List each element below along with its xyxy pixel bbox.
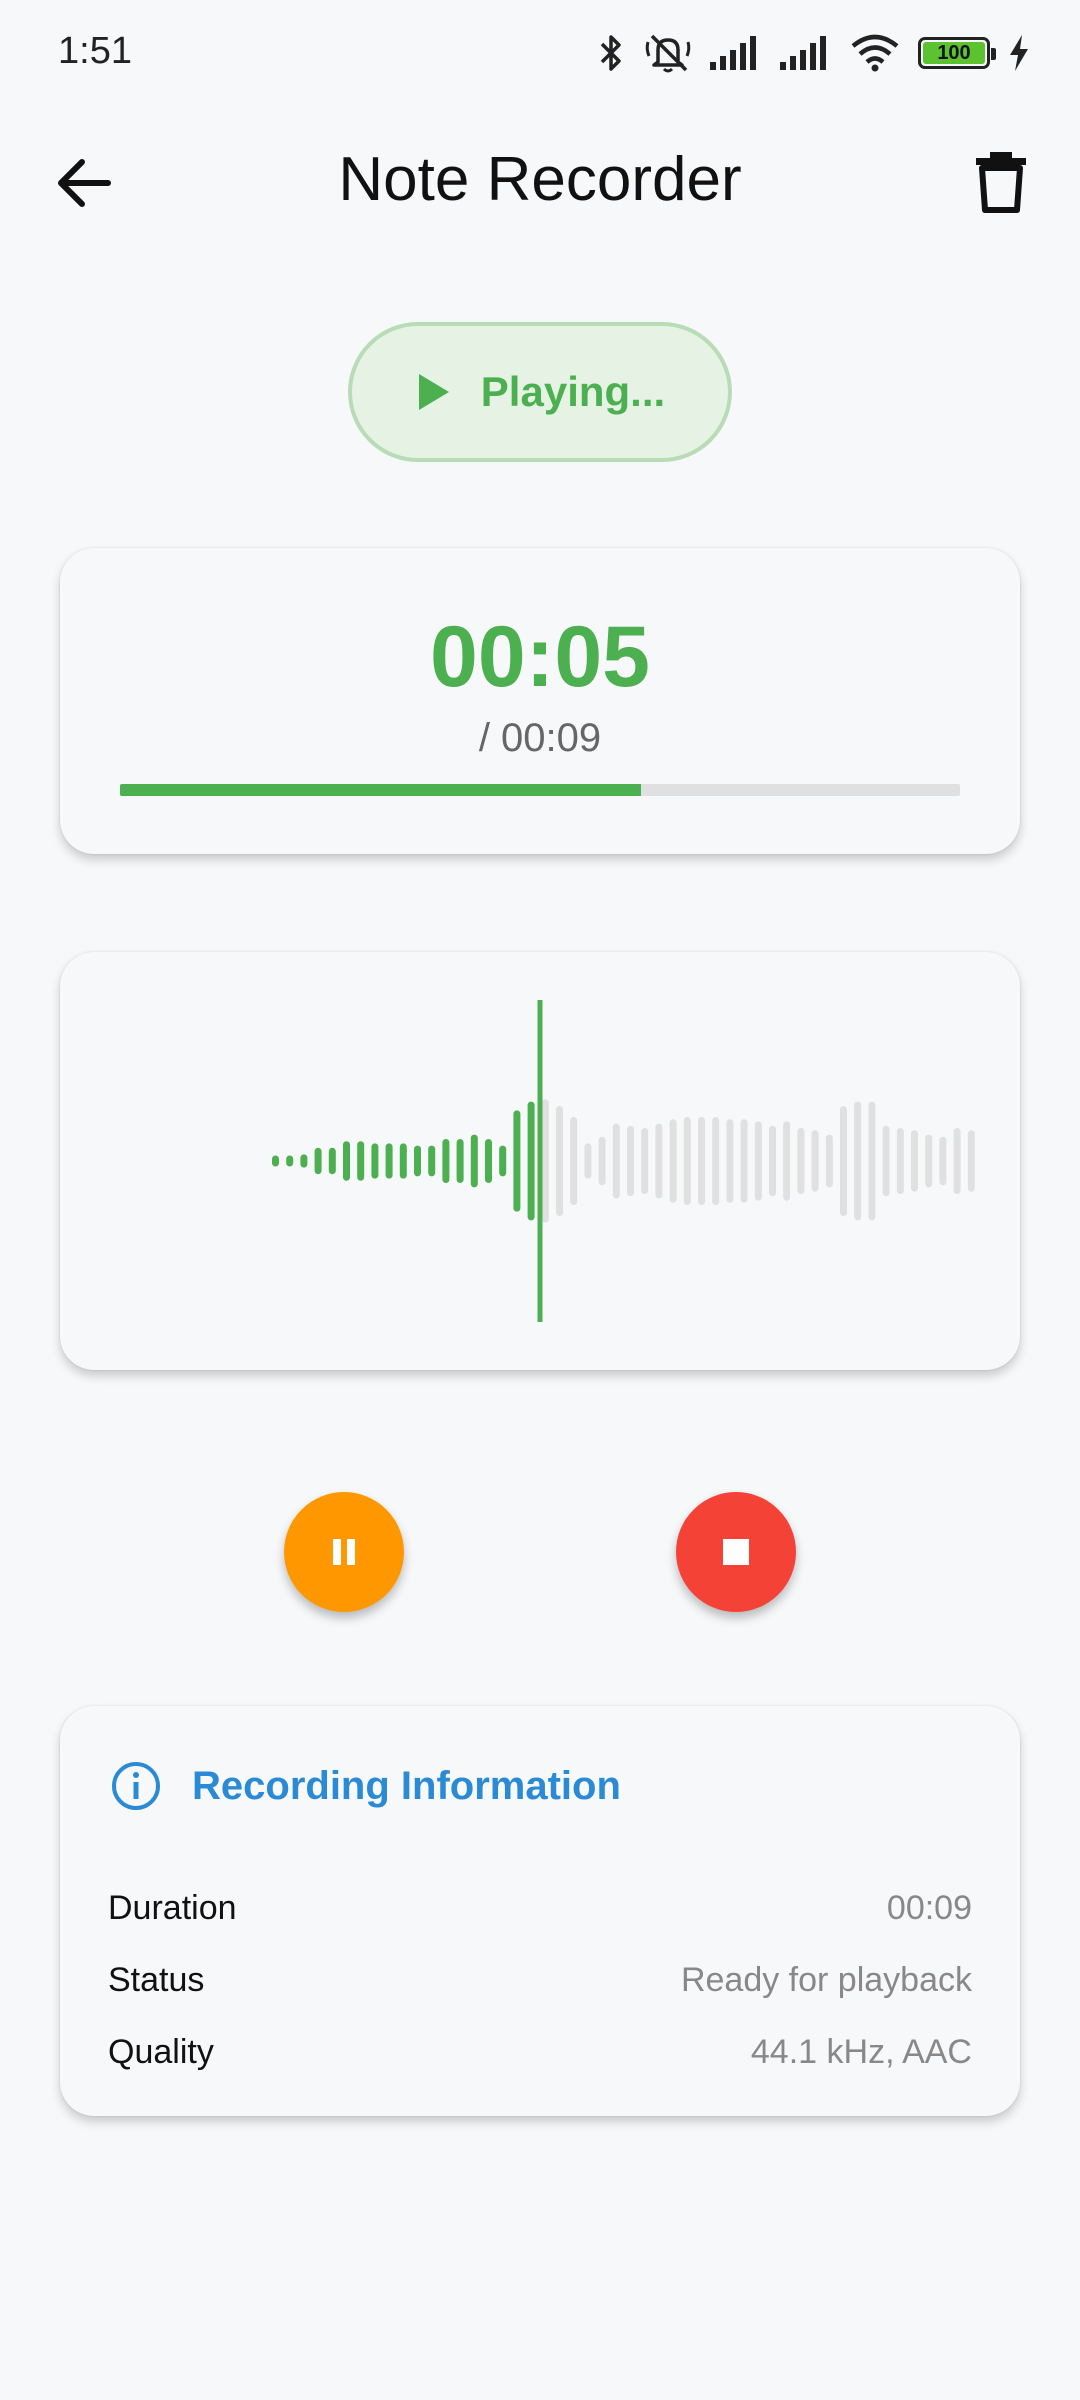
- waveform-bar: [385, 1143, 393, 1179]
- waveform-bar: [939, 1136, 947, 1186]
- trash-icon: [976, 152, 1026, 213]
- current-time: 00:05: [430, 609, 650, 705]
- waveform-bar: [669, 1119, 677, 1203]
- waveform-bar: [513, 1110, 521, 1212]
- info-value: 44.1 kHz, AAC: [750, 2032, 972, 2071]
- info-key: Quality: [108, 2032, 214, 2071]
- waveform-bar: [627, 1125, 634, 1197]
- waveform-bar: [598, 1136, 606, 1186]
- stop-button[interactable]: [676, 1492, 796, 1612]
- info-row-status: Status Ready for playback: [108, 1955, 972, 2005]
- waveform-bar: [655, 1123, 663, 1199]
- waveform-bar: [272, 1155, 279, 1167]
- waveform-bar: [641, 1128, 649, 1194]
- waveform-bar: [740, 1119, 748, 1203]
- waveform-playhead[interactable]: [537, 1000, 543, 1322]
- waveform-bar: [754, 1121, 762, 1201]
- timer-card: 00:05 / 00:09: [60, 548, 1020, 854]
- playback-status-chip: Playing...: [348, 322, 732, 462]
- app-bar: Note Recorder: [0, 120, 1080, 240]
- stop-icon: [723, 1539, 749, 1565]
- waveform-bar: [570, 1117, 578, 1205]
- waveform-bar: [371, 1143, 379, 1179]
- waveform-bar: [470, 1134, 478, 1188]
- info-title: Recording Information: [192, 1763, 621, 1808]
- waveform-bar: [797, 1128, 805, 1194]
- waveform-card: [60, 952, 1020, 1370]
- waveform-bar: [683, 1117, 691, 1205]
- wifi-icon: [851, 34, 899, 72]
- waveform-bar: [854, 1101, 862, 1221]
- waveform[interactable]: [60, 952, 1020, 1370]
- waveform-bar: [698, 1117, 705, 1205]
- battery-level: 100: [923, 42, 985, 64]
- waveform-bar: [527, 1101, 535, 1221]
- waveform-bar: [769, 1125, 776, 1197]
- muted-bell-icon: [645, 34, 691, 73]
- waveform-bar: [399, 1143, 407, 1179]
- pause-icon: [333, 1539, 355, 1565]
- status-time: 1:51: [58, 30, 132, 72]
- waveform-bar: [911, 1130, 918, 1192]
- signal-icon: [710, 36, 756, 70]
- battery-icon: 100: [918, 37, 996, 69]
- waveform-bar: [485, 1139, 492, 1183]
- waveform-bar: [783, 1121, 791, 1201]
- waveform-bar: [428, 1145, 436, 1177]
- info-value: Ready for playback: [680, 1960, 972, 1999]
- charging-icon: [1010, 35, 1028, 71]
- recording-info-card: Recording Information Duration 00:09 Sta…: [60, 1706, 1020, 2116]
- waveform-bar: [882, 1125, 890, 1197]
- waveform-bar: [712, 1117, 720, 1205]
- waveform-bar: [967, 1130, 975, 1192]
- waveform-bar: [541, 1099, 549, 1223]
- status-bar: 1:51 100: [0, 0, 1080, 110]
- waveform-bar: [286, 1155, 294, 1167]
- waveform-bar: [811, 1130, 819, 1192]
- status-icons: 100: [596, 28, 1030, 78]
- info-key: Status: [108, 1960, 205, 1999]
- waveform-bar: [726, 1119, 734, 1203]
- info-row-quality: Quality 44.1 kHz, AAC: [108, 2027, 972, 2077]
- waveform-bar: [442, 1139, 450, 1183]
- waveform-bar: [499, 1145, 507, 1177]
- waveform-bar: [556, 1106, 563, 1216]
- bluetooth-icon: [600, 35, 621, 71]
- waveform-bar: [840, 1106, 847, 1216]
- waveform-bar: [584, 1143, 592, 1179]
- info-value: 00:09: [886, 1888, 972, 1927]
- playback-progress-bar[interactable]: [120, 784, 960, 796]
- waveform-bar: [925, 1134, 933, 1188]
- waveform-bar: [896, 1128, 904, 1194]
- waveform-bar: [825, 1134, 833, 1188]
- signal-icon: [780, 36, 826, 70]
- waveform-bar: [300, 1154, 308, 1168]
- playback-progress-fill: [120, 784, 641, 796]
- waveform-bar: [343, 1141, 350, 1181]
- waveform-bar: [612, 1123, 620, 1199]
- page-title: Note Recorder: [338, 145, 742, 214]
- playback-status-label: Playing...: [480, 368, 666, 415]
- delete-button[interactable]: [966, 146, 1036, 216]
- info-header: Recording Information: [110, 1760, 621, 1812]
- total-time: / 00:09: [478, 716, 602, 760]
- info-icon: [112, 1762, 160, 1810]
- waveform-bar: [328, 1147, 336, 1175]
- waveform-bar: [953, 1128, 961, 1194]
- waveform-bar: [456, 1139, 464, 1183]
- pause-button[interactable]: [284, 1492, 404, 1612]
- info-key: Duration: [108, 1888, 237, 1927]
- waveform-bar: [414, 1145, 421, 1177]
- waveform-bar: [868, 1101, 876, 1221]
- info-row-duration: Duration 00:09: [108, 1883, 972, 1933]
- waveform-bar: [357, 1141, 365, 1181]
- waveform-bar: [314, 1147, 322, 1175]
- play-icon: [418, 374, 449, 410]
